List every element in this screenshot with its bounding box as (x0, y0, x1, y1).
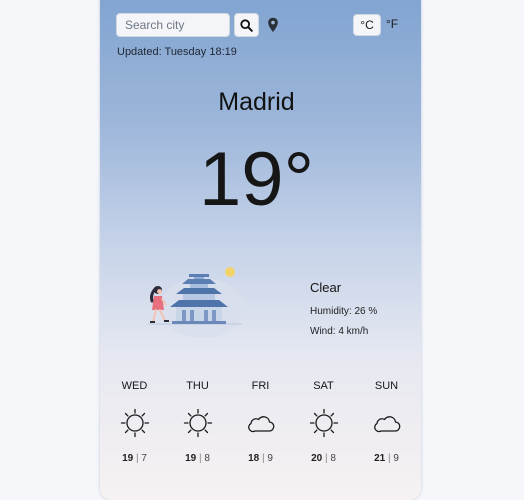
forecast-high: 19 (185, 453, 197, 464)
forecast-day: WED 19 | 7 (103, 380, 166, 464)
forecast-temps: 19 | 8 (185, 453, 210, 464)
sun-icon (309, 408, 338, 438)
forecast-low: 9 (267, 453, 273, 464)
humidity-value: Humidity: 26 % (310, 306, 378, 317)
forecast-day-name: SUN (374, 380, 399, 392)
forecast-row: WED 19 | 7 THU 19 | 8 FRI 18 | 9 SAT 20 … (103, 380, 418, 464)
search-icon (240, 18, 253, 32)
sun-icon (183, 408, 212, 438)
weather-card: °C °F Updated: Tuesday 18:19 Madrid 19° (100, 0, 421, 500)
current-temperature: 19° (199, 137, 314, 222)
forecast-day: FRI 18 | 9 (229, 380, 292, 464)
forecast-high: 19 (122, 453, 134, 464)
forecast-low: 7 (141, 453, 147, 464)
forecast-day: SAT 20 | 8 (292, 380, 355, 464)
forecast-high: 20 (311, 453, 323, 464)
forecast-day-name: SAT (313, 380, 334, 392)
forecast-day: SUN 21 | 9 (355, 380, 418, 464)
forecast-temps: 18 | 9 (248, 453, 273, 464)
wind-value: Wind: 4 km/h (310, 326, 369, 337)
forecast-high: 18 (248, 453, 260, 464)
sun-icon (120, 408, 149, 438)
forecast-low: 9 (393, 453, 399, 464)
forecast-low: 8 (204, 453, 210, 464)
sun-illustration (225, 267, 235, 277)
weather-description: Clear (310, 280, 342, 295)
city-name: Madrid (218, 88, 295, 116)
location-pin-icon (268, 17, 278, 32)
forecast-temps: 19 | 7 (122, 453, 147, 464)
weather-illustration (148, 267, 244, 338)
search-button[interactable] (234, 13, 259, 37)
current-location-button[interactable] (266, 17, 280, 33)
forecast-day-name: WED (121, 380, 148, 392)
forecast-temps: 20 | 8 (311, 453, 336, 464)
celsius-toggle[interactable]: °C (353, 14, 381, 36)
forecast-high: 21 (374, 453, 386, 464)
forecast-day-name: THU (186, 380, 209, 392)
forecast-day-name: FRI (251, 380, 270, 392)
cloud-icon (247, 416, 274, 433)
forecast-temps: 21 | 9 (374, 453, 399, 464)
updated-timestamp: Updated: Tuesday 18:19 (117, 46, 237, 58)
forecast-low: 8 (330, 453, 336, 464)
cloud-icon (373, 416, 400, 433)
fahrenheit-toggle[interactable]: °F (386, 17, 398, 31)
search-input[interactable] (116, 13, 230, 37)
forecast-day: THU 19 | 8 (166, 380, 229, 464)
